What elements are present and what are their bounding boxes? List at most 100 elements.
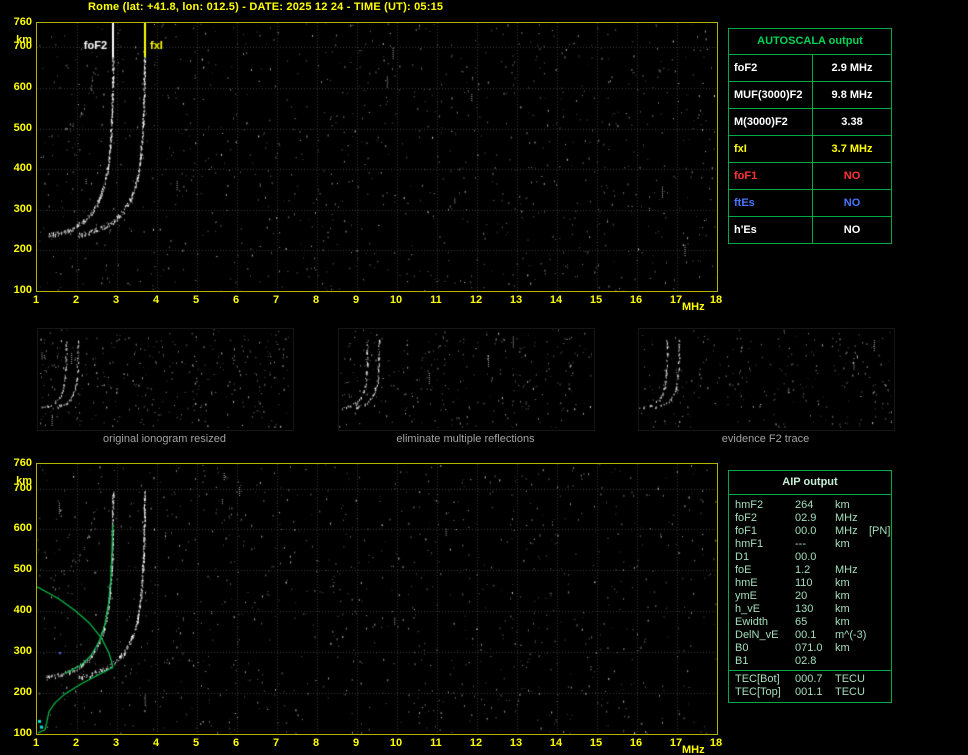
y-axis-unit: km <box>2 475 32 487</box>
autoscala-row-label: M(3000)F2 <box>729 109 812 135</box>
aip-row: hmF2264km <box>729 499 891 512</box>
aip-val: 00.0 <box>795 525 835 538</box>
autoscala-row-value: NO <box>812 217 891 243</box>
autoscala-table-header: AUTOSCALA output <box>729 29 891 55</box>
aip-name: B0 <box>729 642 795 655</box>
ionogram-canvas-top <box>37 23 717 291</box>
aip-extra <box>869 551 891 564</box>
x-tick-label: 8 <box>305 737 327 749</box>
autoscala-row-label: foF1 <box>729 163 812 189</box>
page-title: Rome (lat: +41.8, lon: 012.5) - DATE: 20… <box>88 1 443 13</box>
thumbnail-original-ionogram <box>37 328 294 431</box>
autoscala-row-label: ftEs <box>729 190 812 216</box>
autoscala-row: fxI3.7 MHz <box>729 136 891 163</box>
aip-val: --- <box>795 538 835 551</box>
x-tick-label: 8 <box>305 294 327 306</box>
aip-name: B1 <box>729 655 795 668</box>
x-tick-label: 6 <box>225 294 247 306</box>
y-axis-unit: km <box>2 34 32 46</box>
ionogram-plot-bottom <box>36 463 718 735</box>
aip-row: foF202.9MHz <box>729 512 891 525</box>
aip-unit: MHz <box>835 564 869 577</box>
x-axis-unit: MHz <box>682 744 705 755</box>
y-tick-label: 600 <box>2 522 32 534</box>
aip-name: hmF2 <box>729 499 795 512</box>
x-tick-label: 5 <box>185 294 207 306</box>
aip-name: h_vE <box>729 603 795 616</box>
x-tick-label: 15 <box>585 737 607 749</box>
aip-row: hmE110km <box>729 577 891 590</box>
y-tick-label: 500 <box>2 122 32 134</box>
aip-unit: km <box>835 642 869 655</box>
autoscala-row-label: foF2 <box>729 55 812 81</box>
aip-val: 000.7 <box>795 673 835 686</box>
autoscala-output-table: AUTOSCALA output foF22.9 MHzMUF(3000)F29… <box>728 28 892 244</box>
aip-row: hmF1---km <box>729 538 891 551</box>
x-tick-label: 1 <box>25 737 47 749</box>
x-tick-label: 18 <box>705 294 727 306</box>
autoscala-row: foF1NO <box>729 163 891 190</box>
aip-name: Ewidth <box>729 616 795 629</box>
autoscala-row-value: 9.8 MHz <box>812 82 891 108</box>
autoscala-row-value: 2.9 MHz <box>812 55 891 81</box>
x-tick-label: 3 <box>105 294 127 306</box>
y-tick-label: 760 <box>2 457 32 469</box>
aip-val: 02.8 <box>795 655 835 668</box>
aip-row: DelN_vE00.1m^(-3) <box>729 629 891 642</box>
autoscala-row-value: NO <box>812 190 891 216</box>
aip-extra <box>869 629 891 642</box>
x-tick-label: 18 <box>705 737 727 749</box>
y-tick-label: 760 <box>2 16 32 28</box>
x-tick-label: 12 <box>465 737 487 749</box>
x-tick-label: 13 <box>505 737 527 749</box>
x-tick-label: 14 <box>545 737 567 749</box>
x-tick-label: 7 <box>265 737 287 749</box>
aip-extra <box>869 616 891 629</box>
aip-table-rows: hmF2264kmfoF202.9MHzfoF100.0MHz[PN]hmF1-… <box>729 495 891 668</box>
autoscala-row: M(3000)F23.38 <box>729 109 891 136</box>
aip-extra <box>869 603 891 616</box>
x-tick-label: 9 <box>345 294 367 306</box>
aip-table-header: AIP output <box>729 471 891 495</box>
aip-name: ymE <box>729 590 795 603</box>
thumbnail-caption-no-multiples: eliminate multiple reflections <box>338 433 593 445</box>
aip-tec-rows: TEC[Bot]000.7TECUTEC[Top]001.1TECU <box>729 673 891 699</box>
autoscala-row-label: h'Es <box>729 217 812 243</box>
aip-extra <box>869 538 891 551</box>
x-tick-label: 16 <box>625 737 647 749</box>
x-tick-label: 9 <box>345 737 367 749</box>
aip-name: foF2 <box>729 512 795 525</box>
autoscala-row: MUF(3000)F29.8 MHz <box>729 82 891 109</box>
aip-row: B0071.0km <box>729 642 891 655</box>
autoscala-row-label: MUF(3000)F2 <box>729 82 812 108</box>
aip-row: ymE20km <box>729 590 891 603</box>
aip-row: TEC[Bot]000.7TECU <box>729 673 891 686</box>
aip-unit <box>835 655 869 668</box>
autoscala-row: ftEsNO <box>729 190 891 217</box>
aip-unit: km <box>835 499 869 512</box>
aip-name: foF1 <box>729 525 795 538</box>
x-tick-label: 14 <box>545 294 567 306</box>
x-tick-label: 1 <box>25 294 47 306</box>
aip-unit <box>835 551 869 564</box>
aip-extra <box>869 642 891 655</box>
aip-val: 001.1 <box>795 686 835 699</box>
aip-unit: km <box>835 590 869 603</box>
aip-unit: km <box>835 538 869 551</box>
aip-extra: [PN] <box>869 525 891 538</box>
autoscala-row-value: 3.38 <box>812 109 891 135</box>
thumbnail-caption-f2-trace: evidence F2 trace <box>638 433 893 445</box>
thumbnail-canvas-f2-trace <box>639 329 892 428</box>
x-tick-label: 2 <box>65 737 87 749</box>
x-tick-label: 12 <box>465 294 487 306</box>
aip-val: 130 <box>795 603 835 616</box>
aip-name: TEC[Top] <box>729 686 795 699</box>
aip-name: hmF1 <box>729 538 795 551</box>
aip-row: B102.8 <box>729 655 891 668</box>
x-tick-label: 11 <box>425 737 447 749</box>
aip-row: D100.0 <box>729 551 891 564</box>
x-tick-label: 7 <box>265 294 287 306</box>
aip-val: 20 <box>795 590 835 603</box>
aip-row: TEC[Top]001.1TECU <box>729 686 891 699</box>
y-tick-label: 400 <box>2 162 32 174</box>
